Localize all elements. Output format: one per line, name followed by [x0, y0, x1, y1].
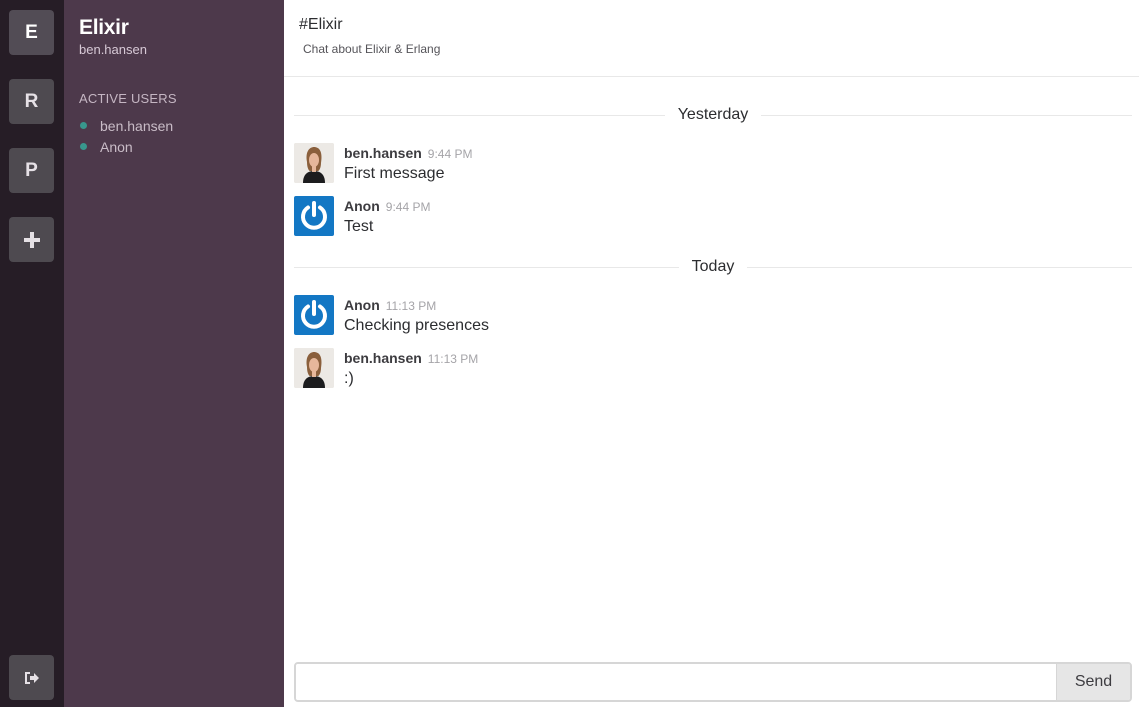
user-avatar[interactable]	[294, 196, 334, 236]
team-button-e[interactable]: E	[9, 10, 54, 55]
message-timestamp: 11:13 PM	[385, 299, 437, 313]
power-icon	[301, 201, 327, 230]
presence-dot-icon	[80, 122, 87, 129]
channel-sidebar: Elixir ben.hansen ACTIVE USERS ben.hanse…	[64, 0, 284, 707]
sign-out-icon	[24, 671, 39, 684]
message-item: ben.hansen 11:13 PM :)	[294, 348, 1124, 390]
day-label: Today	[691, 258, 735, 275]
message-text: Checking presences	[344, 317, 489, 334]
day-divider: Yesterday	[294, 105, 1133, 125]
message-text: :)	[344, 370, 354, 387]
user-avatar[interactable]	[294, 348, 334, 388]
message-item: ben.hansen 9:44 PM First message	[294, 143, 1124, 185]
message-text: First message	[344, 165, 445, 182]
team-rail: E R P	[0, 0, 64, 707]
divider-line	[761, 114, 1133, 116]
divider-line	[294, 114, 665, 116]
active-users-title: ACTIVE USERS	[79, 91, 177, 106]
divider-line	[747, 266, 1133, 268]
send-button[interactable]: Send	[1056, 664, 1130, 700]
plus-icon	[23, 231, 40, 248]
power-icon	[301, 300, 327, 329]
message-item: Anon 11:13 PM Checking presences	[294, 295, 1124, 337]
active-user-item[interactable]: ben.hansen	[79, 115, 173, 136]
message-author[interactable]: ben.hansen	[344, 145, 422, 161]
day-label: Yesterday	[677, 106, 749, 123]
team-name: Elixir	[79, 16, 129, 39]
channel-name: #Elixir	[299, 16, 343, 33]
message-author[interactable]: Anon	[344, 198, 380, 214]
message-author[interactable]: ben.hansen	[344, 350, 422, 366]
team-button-r[interactable]: R	[9, 79, 54, 124]
message-timestamp: 9:44 PM	[385, 200, 431, 214]
person-photo-icon	[294, 348, 334, 388]
user-avatar[interactable]	[294, 143, 334, 183]
logout-button[interactable]	[9, 655, 54, 700]
presence-dot-icon	[80, 143, 87, 150]
channel-topic: Chat about Elixir & Erlang	[303, 42, 441, 56]
team-button-p[interactable]: P	[9, 148, 54, 193]
message-item: Anon 9:44 PM Test	[294, 196, 1124, 238]
message-timestamp: 11:13 PM	[427, 352, 479, 366]
active-user-name: Anon	[100, 138, 133, 155]
message-composer: Send	[294, 662, 1132, 702]
add-team-button[interactable]	[9, 217, 54, 262]
person-photo-icon	[294, 143, 334, 183]
user-avatar[interactable]	[294, 295, 334, 335]
channel-header: #Elixir Chat about Elixir & Erlang	[284, 0, 1139, 77]
active-users-list: ben.hansen Anon	[79, 115, 173, 157]
message-input[interactable]	[296, 664, 1056, 700]
message-text: Test	[344, 218, 374, 235]
divider-line	[294, 266, 679, 268]
current-user-name: ben.hansen	[79, 42, 147, 57]
active-user-item[interactable]: Anon	[79, 136, 173, 157]
active-user-name: ben.hansen	[100, 117, 174, 134]
message-author[interactable]: Anon	[344, 297, 380, 313]
message-timestamp: 9:44 PM	[427, 147, 473, 161]
day-divider: Today	[294, 257, 1133, 277]
chat-main: #Elixir Chat about Elixir & Erlang Yeste…	[284, 0, 1139, 707]
